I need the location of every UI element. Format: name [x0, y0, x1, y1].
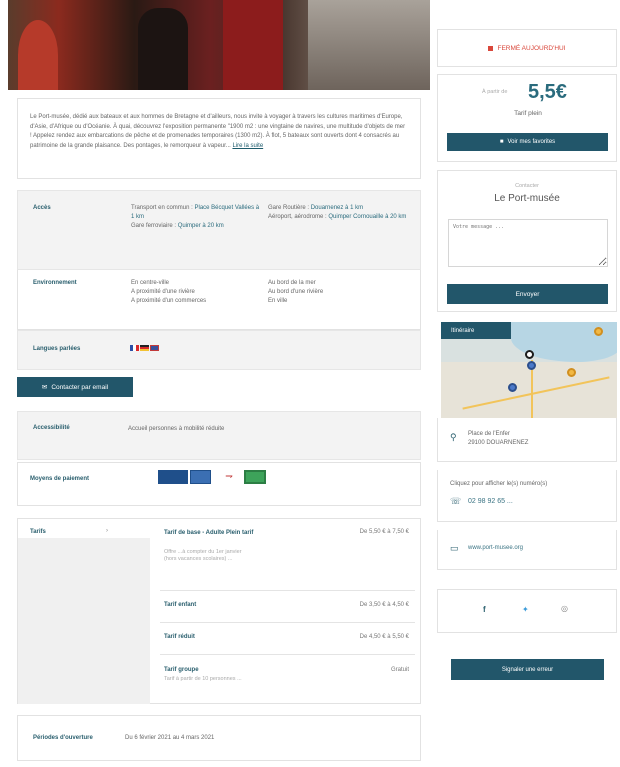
access-col2: Gare Routière : Douarnenez à 1 km Aéropo…	[268, 205, 407, 220]
location-pin-icon: ⚲	[450, 432, 457, 442]
closed-today-card: FERMÉ AUJOURD'HUI	[437, 29, 617, 67]
social-card: f ✦ ◎	[437, 589, 617, 633]
tarifs-arrow-icon: ›	[106, 528, 108, 534]
instagram-icon[interactable]: ◎	[561, 604, 568, 613]
periods-value: Du 6 février 2021 au 4 mars 2021	[125, 735, 215, 741]
environment-col2: Au bord de la mer Au bord d'une rivière En…	[268, 280, 324, 304]
contact-form-card: Contacter Le Port-musée Envoyer	[437, 170, 617, 312]
price-from-label: À partir de	[482, 89, 508, 95]
mail-icon: ✉	[41, 384, 48, 391]
payment-section: Moyens de paiement	[17, 462, 421, 506]
price-value: 5,5€	[528, 81, 567, 103]
send-button[interactable]: Envoyer	[447, 284, 608, 304]
environment-col1: En centre-ville A proximité d'une rivière…	[131, 280, 207, 304]
twitter-icon[interactable]: ✦	[522, 605, 529, 614]
hero-image	[8, 0, 430, 90]
location-map[interactable]: Itinéraire	[441, 322, 617, 418]
closed-status: FERMÉ AUJOURD'HUI	[497, 44, 566, 52]
phone-icon: ☏	[450, 496, 462, 506]
environment-label: Environnement	[33, 280, 77, 286]
environment-section: Environnement En centre-ville A proximité…	[17, 270, 421, 330]
price-type-label: Tarif plein	[514, 110, 542, 117]
opening-periods-section: Périodes d'ouverture Du 6 février 2021 a…	[17, 715, 421, 761]
tarif-row: Tarif réduit De 4,50 € à 5,50 €	[160, 623, 415, 655]
accessibility-value: Accueil personnes à mobilité réduite	[128, 426, 225, 432]
access-label: Accès	[33, 205, 51, 211]
contact-email-button[interactable]: ✉ Contacter par email	[17, 377, 133, 397]
address-text: Place de l'Enfer 29100 DOUARNENEZ	[468, 431, 529, 446]
report-error-button[interactable]: Signaler une erreur	[451, 659, 604, 680]
access-col1: Transport en commun : Place Bécquet Vall…	[131, 205, 260, 229]
tarif-row: Tarif groupe Gratuit Tarif à partir de 1…	[164, 667, 409, 682]
phone-number[interactable]: 02 98 92 65 ...	[468, 497, 513, 506]
cheque-icon: ⇁	[220, 470, 238, 484]
access-section: Accès Transport en commun : Place Bécque…	[17, 190, 421, 270]
contact-name: Le Port-musée	[494, 193, 560, 204]
favorites-button[interactable]: ■ Voir mes favorites	[447, 133, 608, 151]
itinerary-button[interactable]: Itinéraire	[441, 322, 511, 339]
flag-gb-icon	[150, 345, 159, 351]
payment-label: Moyens de paiement	[30, 476, 90, 482]
price-card: À partir de 5,5€ Tarif plein ■ Voir mes …	[437, 74, 617, 162]
heart-icon: ■	[499, 139, 504, 145]
flag-de-icon	[140, 345, 149, 351]
tarifs-label: Tarifs	[30, 529, 46, 535]
periods-label: Périodes d'ouverture	[33, 735, 93, 741]
website-link[interactable]: www.port-musee.org	[468, 544, 523, 553]
facebook-icon[interactable]: f	[483, 605, 486, 614]
holiday-voucher-icon	[244, 470, 266, 484]
description-box: Le Port-musée, dédié aux bateaux et aux …	[17, 98, 421, 179]
languages-section: Langues parlées	[17, 330, 421, 370]
address-card: ⚲ Place de l'Enfer 29100 DOUARNENEZ	[437, 418, 617, 462]
tarif-row: Tarif de base - Adulte Plein tarif De 5,…	[160, 525, 415, 591]
map-pin-icon[interactable]	[525, 350, 534, 359]
map-pin-orange-icon[interactable]	[594, 327, 603, 336]
tarifs-section: Tarifs › Tarif de base - Adulte Plein ta…	[17, 518, 421, 704]
phone-hint: Cliquez pour afficher le(s) numéro(s)	[450, 481, 548, 487]
map-pin-orange-icon[interactable]	[567, 368, 576, 377]
website-card: ▭ www.port-musee.org	[437, 530, 617, 570]
language-flags	[130, 345, 159, 351]
map-pin-blue-icon[interactable]	[527, 361, 536, 370]
languages-label: Langues parlées	[33, 346, 81, 352]
status-dot-icon	[488, 45, 494, 51]
read-more-link[interactable]: Lire la suite	[232, 143, 263, 149]
map-pin-blue-icon[interactable]	[508, 383, 517, 392]
tarif-row: Tarif enfant De 3,50 € à 4,50 €	[160, 591, 415, 623]
accessibility-label: Accessibilité	[33, 425, 70, 431]
message-textarea[interactable]	[448, 219, 608, 267]
contact-small-label: Contacter	[515, 183, 539, 189]
flag-fr-icon	[130, 345, 139, 351]
credit-card-icon	[158, 470, 188, 484]
bank-card-icon	[190, 470, 211, 484]
description-text: Le Port-musée, dédié aux bateaux et aux …	[30, 114, 406, 149]
website-icon: ▭	[450, 543, 459, 553]
accessibility-section: Accessibilité Accueil personnes à mobili…	[17, 411, 421, 460]
phone-card: Cliquez pour afficher le(s) numéro(s) ☏ …	[437, 470, 617, 522]
